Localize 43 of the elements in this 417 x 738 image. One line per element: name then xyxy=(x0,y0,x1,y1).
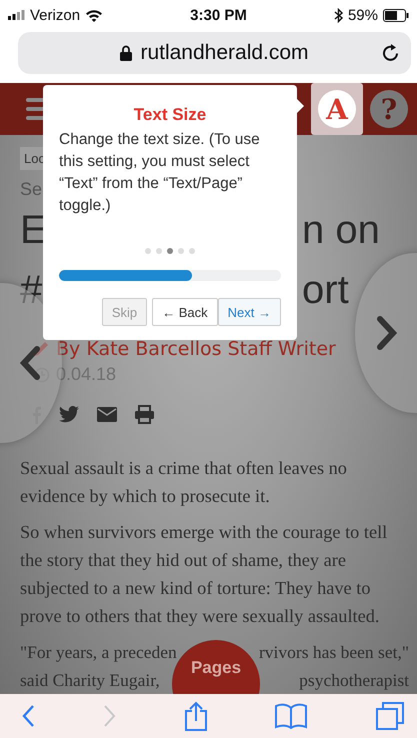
book-icon[interactable] xyxy=(275,703,308,729)
address-bar[interactable]: rutlandherald.com xyxy=(18,32,411,74)
chevron-left-icon xyxy=(20,346,40,380)
tabs-icon[interactable] xyxy=(375,701,405,731)
article-text: psychotherapist xyxy=(299,669,409,692)
clock-time: 3:30 PM xyxy=(190,6,247,24)
section-label: Se xyxy=(20,179,42,200)
twitter-icon[interactable] xyxy=(59,406,79,423)
help-button[interactable]: ? xyxy=(369,89,409,129)
popover-title: Text Size xyxy=(132,105,208,125)
share-icon[interactable] xyxy=(184,701,208,731)
step-dot[interactable] xyxy=(189,248,195,254)
headline-text: n on xyxy=(302,208,380,252)
headline-text: E xyxy=(20,208,47,252)
byline[interactable]: By Kate Barcellos Staff Writer xyxy=(56,338,336,360)
clock-icon xyxy=(34,366,50,382)
mail-icon[interactable] xyxy=(97,407,117,422)
step-dot[interactable] xyxy=(145,248,151,254)
headline-text: ort xyxy=(302,268,349,312)
lock-icon xyxy=(120,45,132,61)
chevron-right-icon xyxy=(377,316,397,350)
article-text: said Charity Eugair, xyxy=(20,669,160,692)
bluetooth-icon xyxy=(334,8,343,22)
step-dot[interactable] xyxy=(156,248,162,254)
back-button[interactable]: ← Back xyxy=(152,298,218,326)
carrier-name: Verizon xyxy=(30,6,80,24)
battery-percent: 59% xyxy=(348,6,378,24)
article-text: rvivors has been set," xyxy=(258,641,409,664)
step-dot[interactable] xyxy=(178,248,184,254)
signal-icon xyxy=(8,10,25,20)
url-text: rutlandherald.com xyxy=(140,41,309,65)
wifi-icon xyxy=(85,8,104,22)
article-paragraph: Sexual assault is a crime that often leaves no evidence by which to prosecute it. xyxy=(20,457,348,508)
printer-icon[interactable] xyxy=(135,405,154,424)
headline-text: # xyxy=(20,268,42,312)
battery-icon xyxy=(383,8,409,22)
step-dot[interactable] xyxy=(167,248,173,254)
article-paragraph: So when survivors emerge with the courage to tell the story that they hid out of shame, they are subjected to a new kind of torture: They have to prove to others that they were sexually assaulted. xyxy=(20,521,388,628)
next-button[interactable]: Next → xyxy=(218,298,281,326)
back-icon[interactable] xyxy=(22,705,35,727)
text-size-button[interactable]: A xyxy=(311,83,363,135)
popover-text: Change the text size. (To use this setting, you must select “Text” from the “Text/Page” toggle.) xyxy=(59,130,261,216)
reload-icon[interactable] xyxy=(381,43,401,63)
